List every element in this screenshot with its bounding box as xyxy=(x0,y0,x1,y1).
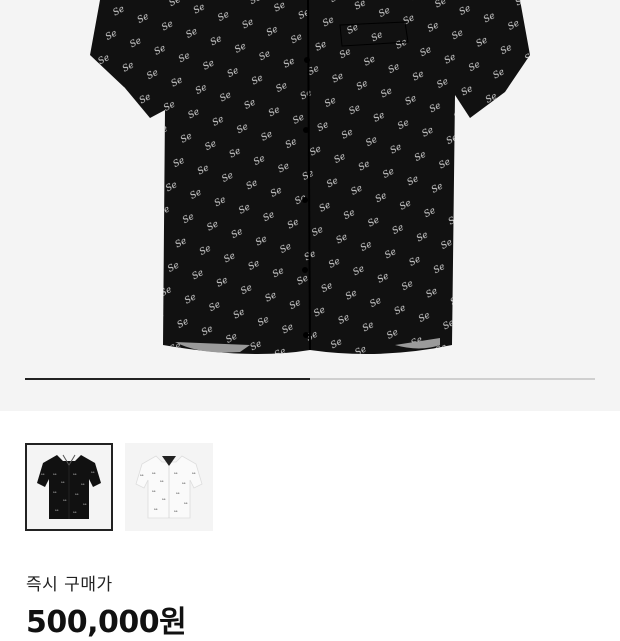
svg-text:se: se xyxy=(154,507,158,511)
thumbnail-list: se se se se se se se se se se se se se se se se se se… xyxy=(25,443,213,531)
svg-text:se: se xyxy=(174,509,178,513)
svg-text:se: se xyxy=(192,471,196,475)
svg-text:se: se xyxy=(55,508,59,512)
svg-text:se: se xyxy=(91,470,95,474)
svg-text:se: se xyxy=(81,482,85,486)
svg-text:se: se xyxy=(140,473,144,477)
svg-text:se: se xyxy=(41,472,45,476)
gallery-progress-fill xyxy=(25,378,310,380)
svg-text:se: se xyxy=(83,502,87,506)
svg-text:se: se xyxy=(63,498,67,502)
product-shirt-image: Se Se Se xyxy=(90,0,530,354)
svg-text:se: se xyxy=(73,510,77,514)
svg-text:se: se xyxy=(73,472,77,476)
svg-text:se: se xyxy=(174,471,178,475)
black-shirt-thumbnail-icon: sesesese sesesese se sese se xyxy=(27,445,111,529)
thumbnail-white-shirt[interactable]: se se se se se se se se se se se se xyxy=(125,443,213,531)
svg-text:se: se xyxy=(182,481,186,485)
svg-text:se: se xyxy=(162,497,166,501)
svg-text:se: se xyxy=(160,479,164,483)
product-image-gallery[interactable]: Se Se Se xyxy=(0,0,620,411)
svg-text:se: se xyxy=(152,489,156,493)
instant-buy-price-value: 500,000원 xyxy=(26,605,187,640)
gallery-progress-bar xyxy=(25,378,595,380)
white-shirt-thumbnail-icon: sesesese sesesese se sese se xyxy=(126,444,212,530)
svg-text:se: se xyxy=(53,490,57,494)
svg-text:se: se xyxy=(152,471,156,475)
svg-text:se: se xyxy=(176,491,180,495)
svg-text:se: se xyxy=(53,472,57,476)
svg-text:se: se xyxy=(75,492,79,496)
svg-text:se: se xyxy=(61,480,65,484)
thumbnail-black-shirt[interactable]: se se se se se se se se se se se se xyxy=(25,443,113,531)
svg-text:se: se xyxy=(184,501,188,505)
instant-buy-price-label: 즉시 구매가 xyxy=(26,575,113,595)
